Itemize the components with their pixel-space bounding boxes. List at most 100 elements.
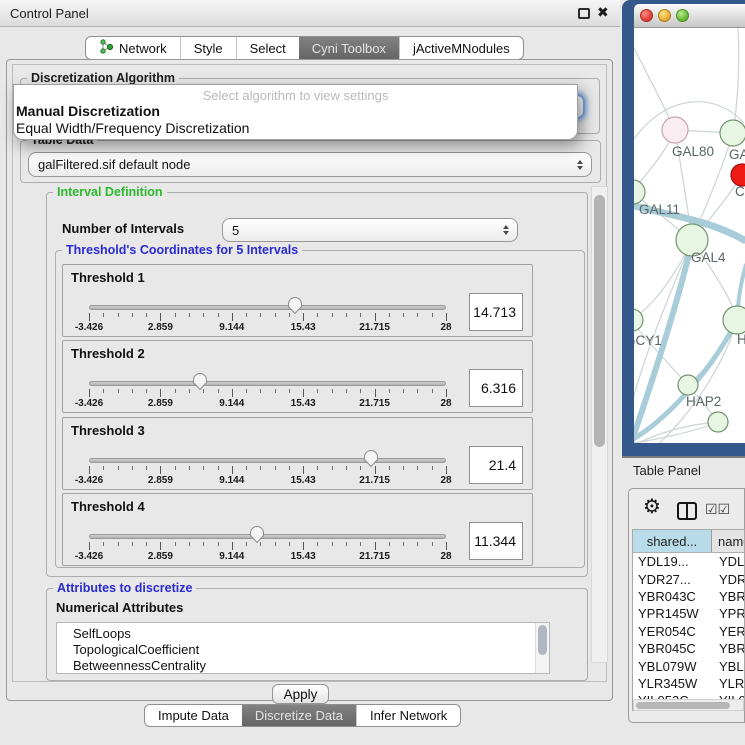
table-row[interactable]: YBL079WYBL0 (633, 657, 744, 674)
threshold-value-field[interactable]: 14.713 (469, 293, 523, 331)
table-row[interactable]: YER054CYER0 (633, 623, 744, 640)
table-row[interactable]: YPR145WYPR1 (633, 605, 744, 622)
apply-button-label: Apply (284, 687, 318, 702)
network-node[interactable] (708, 412, 728, 432)
network-view-window[interactable]: GAL80GAGAL11CGAL4GCY1HHAP2 (622, 0, 745, 456)
tab-label: Impute Data (158, 708, 229, 723)
panel-scrollbar-thumb[interactable] (594, 195, 605, 447)
split-columns-icon[interactable] (677, 502, 697, 520)
close-window-icon[interactable] (640, 9, 653, 22)
column-header-name[interactable]: name (712, 530, 744, 552)
threshold-value-field[interactable]: 21.4 (469, 446, 523, 484)
tick-mark (332, 466, 333, 470)
tab-discretize-data[interactable]: Discretize Data (242, 705, 356, 726)
network-node-label: GA (729, 147, 745, 162)
attribute-list-item[interactable]: SelfLoops (57, 626, 549, 642)
slider-track[interactable] (89, 534, 446, 539)
tick-mark (146, 466, 147, 470)
network-node[interactable] (720, 120, 745, 146)
table-row[interactable]: YBR043CYBR0 (633, 588, 744, 605)
tick-label: 2.859 (148, 475, 173, 486)
slider-track[interactable] (89, 458, 446, 463)
slider-track[interactable] (89, 381, 446, 386)
table-hscrollbar-track[interactable] (633, 699, 744, 711)
tab-label: Discretize Data (255, 708, 343, 723)
tick-mark (89, 466, 90, 474)
minimize-window-icon[interactable] (658, 9, 671, 22)
network-window-titlebar[interactable] (634, 4, 745, 28)
tick-mark (275, 466, 276, 470)
network-node[interactable] (723, 306, 745, 334)
table-hscrollbar-thumb[interactable] (636, 702, 730, 709)
tick-mark (146, 389, 147, 393)
tick-mark (289, 466, 290, 470)
table-cell: YER0 (712, 624, 744, 639)
tick-label: 15.43 (291, 398, 316, 409)
threshold-slider[interactable]: -3.4262.8599.14415.4321.71528 (89, 448, 446, 490)
tick-mark (403, 389, 404, 393)
apply-button[interactable]: Apply (272, 684, 329, 704)
tick-mark (118, 466, 119, 470)
table-row[interactable]: YDL19...YDL1 (633, 553, 744, 570)
tick-mark (160, 389, 161, 397)
tab-impute-data[interactable]: Impute Data (145, 705, 242, 726)
tick-mark (203, 542, 204, 546)
tick-mark (232, 389, 233, 397)
list-scrollbar-track[interactable] (535, 623, 549, 673)
tick-mark (403, 466, 404, 470)
table-row[interactable]: YDR27...YDR2 (633, 570, 744, 587)
tick-label: -3.426 (75, 398, 103, 409)
num-intervals-select[interactable]: 5 (222, 218, 518, 242)
threshold-slider[interactable]: -3.4262.8599.14415.4321.71528 (89, 524, 446, 566)
threshold-slider[interactable]: -3.4262.8599.14415.4321.71528 (89, 295, 446, 337)
table-row[interactable]: YLR345WYLR3 (633, 675, 744, 692)
dropdown-option-equal-width[interactable]: Equal Width/Frequency Discretization (14, 120, 577, 137)
attribute-list-item[interactable]: BetweennessCentrality (57, 658, 549, 674)
tab-select[interactable]: Select (236, 37, 299, 59)
select-columns-icon[interactable]: ☑☑ (705, 501, 730, 518)
zoom-window-icon[interactable] (676, 9, 689, 22)
table-row[interactable]: YBR045CYBR0 (633, 640, 744, 657)
table-data-select[interactable]: galFiltered.sif default node (28, 152, 592, 177)
tick-mark (432, 542, 433, 546)
list-scrollbar-thumb[interactable] (538, 625, 547, 655)
algorithm-group-title: Discretization Algorithm (27, 71, 179, 85)
tab-cyni-toolbox[interactable]: Cyni Toolbox (299, 37, 399, 59)
network-node[interactable] (731, 164, 745, 186)
table-cell: YBR0 (712, 641, 744, 656)
network-node[interactable] (662, 117, 688, 143)
tab-network[interactable]: Network (86, 37, 180, 59)
network-canvas[interactable]: GAL80GAGAL11CGAL4GCY1HHAP2 (634, 28, 745, 443)
dropdown-hint: Select algorithm to view settings (14, 85, 577, 103)
tick-mark (303, 313, 304, 321)
attribute-list-item[interactable]: TopologicalCoefficient (57, 642, 549, 658)
tick-label: 21.715 (359, 551, 390, 562)
tick-mark (417, 542, 418, 546)
tick-mark (203, 389, 204, 393)
gear-icon[interactable]: ⚙ (643, 496, 661, 518)
node-attribute-table[interactable]: shared... name YDL19...YDL1YDR27...YDR2Y… (632, 529, 745, 711)
threshold-value-field[interactable]: 11.344 (469, 522, 523, 560)
table-cell: YDR27... (633, 572, 712, 587)
tab-style[interactable]: Style (180, 37, 236, 59)
tab-label: Infer Network (370, 708, 447, 723)
tick-mark (375, 389, 376, 397)
dropdown-option-manual[interactable]: Manual Discretization (14, 103, 577, 120)
panel-scrollbar-track[interactable] (591, 186, 608, 663)
tick-mark (389, 542, 390, 546)
threshold-value-field[interactable]: 6.316 (469, 369, 523, 407)
tick-mark (346, 389, 347, 393)
tab-infer-network[interactable]: Infer Network (356, 705, 460, 726)
network-node[interactable] (678, 375, 698, 395)
threshold-slider[interactable]: -3.4262.8599.14415.4321.71528 (89, 371, 446, 413)
close-panel-icon[interactable]: ✖ (597, 4, 609, 21)
tick-mark (118, 542, 119, 546)
numerical-attributes-list[interactable]: SelfLoopsTopologicalCoefficientBetweenne… (56, 622, 550, 674)
num-intervals-value: 5 (232, 223, 239, 238)
column-header-shared-name[interactable]: shared... (633, 530, 712, 552)
float-panel-icon[interactable] (578, 8, 590, 19)
tick-mark (89, 313, 90, 321)
table-cell: YDL19... (633, 554, 712, 569)
tab-jactivemnodules[interactable]: jActiveMNodules (399, 37, 523, 59)
slider-track[interactable] (89, 305, 446, 310)
